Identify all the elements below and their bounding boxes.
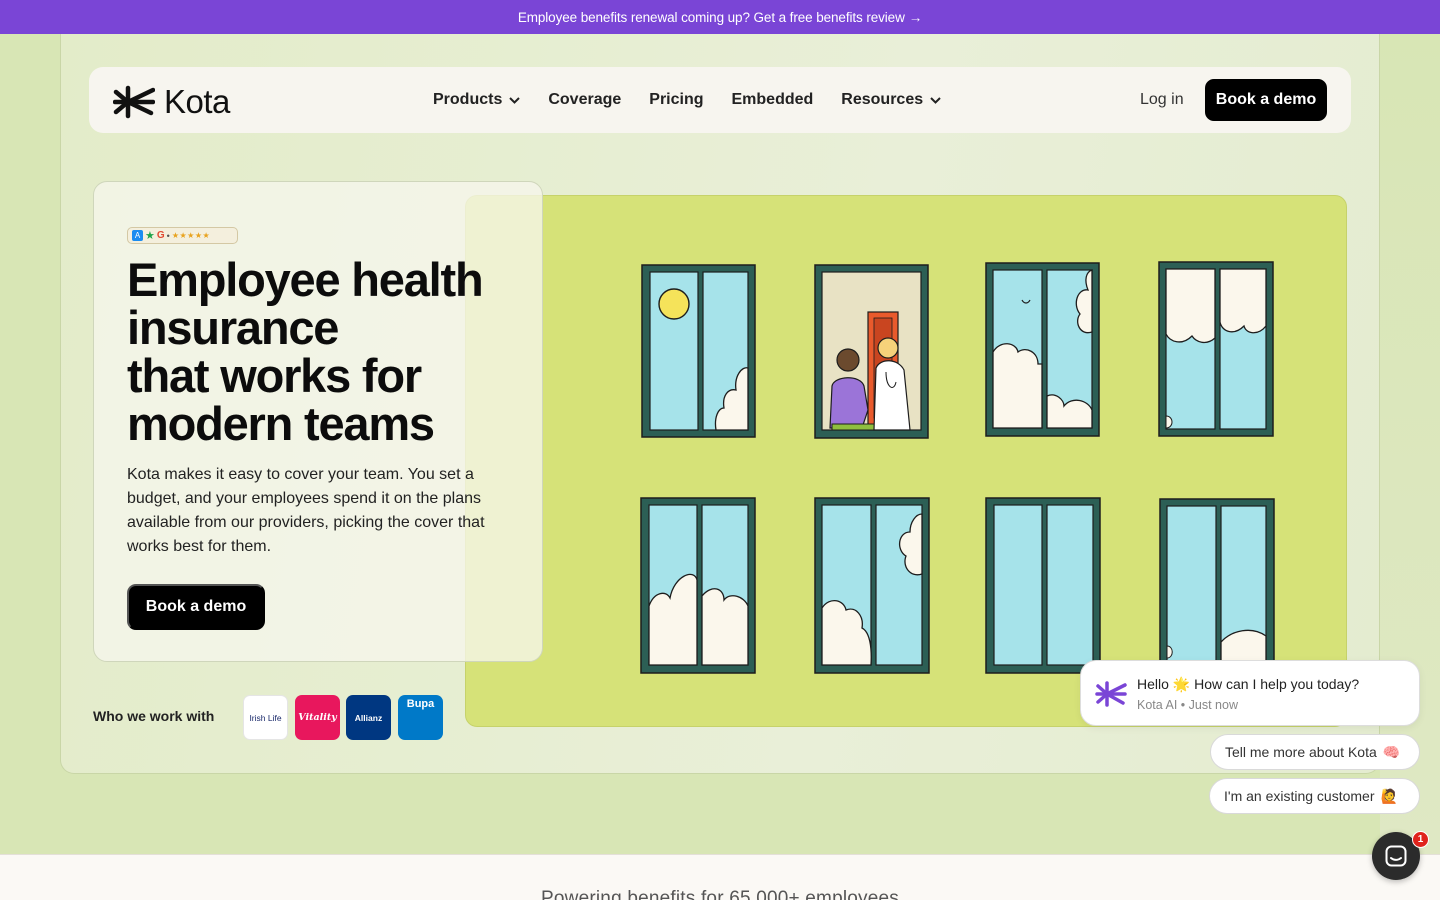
headline-line-1: Employee health	[127, 253, 484, 306]
nav-links: Products Coverage Pricing Embedded Resou…	[433, 67, 969, 133]
partners-label: Who we work with	[93, 708, 215, 724]
chat-meta: Kota AI • Just now	[1137, 698, 1238, 712]
nav-resources[interactable]: Resources	[841, 91, 941, 109]
nav-coverage[interactable]: Coverage	[548, 91, 621, 109]
suggestion-label: I'm an existing customer	[1224, 788, 1375, 804]
kota-asterisk-icon	[113, 85, 155, 119]
brain-emoji-icon: 🧠	[1382, 743, 1401, 760]
kota-logo[interactable]: Kota	[113, 83, 230, 121]
rating-badges: A ★ G • ★★★★★	[127, 227, 238, 244]
unread-count-badge: 1	[1412, 831, 1429, 848]
announcement-bar[interactable]: Employee benefits renewal coming up? Get…	[0, 0, 1440, 34]
nav-pricing[interactable]: Pricing	[649, 91, 703, 109]
partner-logo-bupa: Bupa	[398, 695, 443, 740]
nav-embedded[interactable]: Embedded	[732, 91, 814, 109]
trustpilot-star-icon: ★	[145, 230, 155, 242]
chat-greeting: Hello 🌟 How can I help you today?	[1137, 676, 1359, 693]
window-doctor-scene	[814, 264, 929, 439]
nav-products[interactable]: Products	[433, 91, 521, 109]
chat-message-card[interactable]: Hello 🌟 How can I help you today? Kota A…	[1080, 660, 1420, 726]
arrow-right-icon: →	[908, 9, 923, 25]
window-clouds-4	[1158, 261, 1274, 437]
hero-card: A ★ G • ★★★★★ Employee health insurance …	[93, 181, 543, 662]
announcement-text[interactable]: Employee benefits renewal coming up? Get…	[518, 10, 905, 25]
window-clouds-8	[1159, 498, 1275, 675]
nav-embedded-label: Embedded	[731, 91, 814, 108]
window-clouds-6	[814, 497, 930, 674]
chat-bubble-icon	[1385, 845, 1407, 867]
login-link[interactable]: Log in	[1140, 91, 1184, 109]
chat-suggestion-tell-more[interactable]: Tell me more about Kota 🧠	[1210, 734, 1420, 770]
partner-logo-vitality: Vitality	[295, 695, 340, 740]
headline-line-4: modern teams	[127, 397, 435, 450]
window-clear-7	[985, 497, 1101, 674]
allianz-text: Allianz	[354, 712, 383, 723]
chevron-down-icon	[930, 96, 941, 104]
raising-hand-emoji-icon: 🙋	[1380, 787, 1398, 804]
window-clouds-3	[985, 262, 1100, 437]
suggestion-label: Tell me more about Kota	[1225, 744, 1377, 760]
chat-greeting-suffix: How can I help you today?	[1194, 676, 1360, 692]
window-sun	[641, 264, 756, 438]
chevron-down-icon	[509, 96, 521, 104]
nav-resources-label: Resources	[841, 91, 924, 108]
hero-headline: Employee health insurance that works for…	[127, 256, 517, 448]
main-navigation: Kota Products Coverage Pricing Embedded …	[89, 67, 1351, 133]
kota-ai-avatar-icon	[1095, 681, 1127, 707]
irish-life-text: Irish Life	[249, 712, 282, 723]
hero-illustration	[465, 195, 1347, 727]
logo-wordmark: Kota	[164, 83, 230, 120]
chat-time: Just now	[1188, 698, 1238, 712]
chat-suggestion-existing-customer[interactable]: I'm an existing customer 🙋	[1209, 778, 1420, 814]
partner-logo-allianz: Allianz	[346, 695, 391, 740]
window-clouds-5	[640, 497, 756, 674]
nav-products-label: Products	[433, 91, 503, 108]
nav-pricing-label: Pricing	[649, 91, 704, 108]
hero-subtext: Kota makes it easy to cover your team. Y…	[127, 466, 485, 555]
book-demo-nav-button[interactable]: Book a demo	[1205, 79, 1327, 121]
vitality-text: Vitality	[298, 712, 337, 723]
separator-dot: •	[166, 230, 170, 241]
headline-line-3: that works for	[127, 349, 422, 402]
chat-sender: Kota AI	[1137, 698, 1178, 712]
app-store-icon: A	[132, 230, 143, 241]
star-rating: ★★★★★	[171, 231, 211, 240]
page-margin-right	[1380, 34, 1440, 854]
sparkle-emoji-icon: 🌟	[1172, 676, 1191, 692]
headline-line-2: insurance	[127, 301, 339, 354]
windows-illustration	[640, 261, 1275, 675]
meta-separator: •	[1180, 698, 1189, 712]
bupa-text: Bupa	[406, 698, 435, 710]
google-icon: G	[156, 230, 165, 241]
partner-logo-irish-life: Irish Life	[243, 695, 288, 740]
nav-coverage-label: Coverage	[548, 91, 622, 108]
stats-section: Powering benefits for 65,000+ employees	[0, 854, 1440, 900]
book-demo-hero-button[interactable]: Book a demo	[127, 584, 265, 630]
chat-greeting-prefix: Hello	[1137, 676, 1169, 692]
powering-heading: Powering benefits for 65,000+ employees	[541, 888, 899, 900]
